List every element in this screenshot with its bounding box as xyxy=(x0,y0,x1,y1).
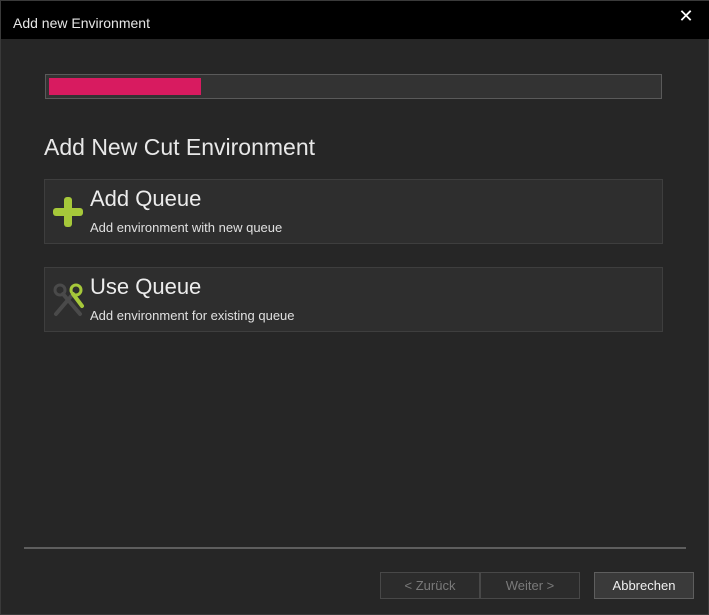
progress-bar-fill xyxy=(49,78,201,95)
close-icon: ✕ xyxy=(678,6,694,26)
add-environment-dialog: Add new Environment ✕ Add New Cut Enviro… xyxy=(0,0,709,615)
page-title: Add New Cut Environment xyxy=(44,134,316,160)
window-title: Add new Environment xyxy=(13,15,150,31)
scissors-icon xyxy=(53,283,84,316)
cancel-button[interactable]: Abbrechen xyxy=(594,572,694,599)
add-queue-description: Add environment with new queue xyxy=(90,220,283,235)
next-button[interactable]: Weiter > xyxy=(480,572,580,599)
plus-icon xyxy=(53,197,83,227)
footer-divider xyxy=(24,547,686,549)
title-bar: Add new Environment ✕ xyxy=(1,1,709,39)
add-queue-title: Add Queue xyxy=(90,186,202,211)
add-queue-option[interactable]: Add Queue Add environment with new queue xyxy=(44,179,663,244)
use-queue-description: Add environment for existing queue xyxy=(90,308,295,323)
use-queue-title: Use Queue xyxy=(90,274,202,299)
back-button[interactable]: < Zurück xyxy=(380,572,480,599)
close-button[interactable]: ✕ xyxy=(674,6,698,30)
use-queue-option[interactable]: Use Queue Add environment for existing q… xyxy=(44,267,663,332)
progress-bar xyxy=(45,74,662,99)
